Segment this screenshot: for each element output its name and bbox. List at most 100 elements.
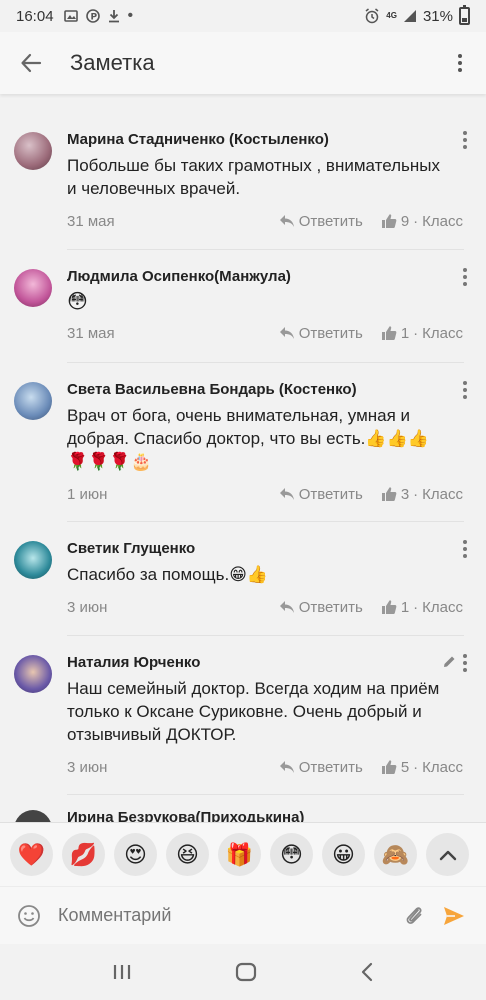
battery-icon [459, 5, 470, 25]
comment-author[interactable]: Наталия Юрченко [67, 653, 442, 673]
avatar[interactable] [14, 655, 52, 693]
emoji-picker-button[interactable] [0, 904, 58, 928]
reply-label: Ответить [298, 758, 363, 776]
home-icon[interactable] [235, 962, 257, 982]
thumbs-up-icon [381, 760, 397, 774]
back-button[interactable] [0, 32, 62, 94]
like-button[interactable]: 3 · Класс [381, 486, 463, 503]
like-button[interactable]: 1 · Класс [381, 325, 463, 342]
like-count: 1 [400, 324, 410, 342]
emoji-gift-button[interactable]: 🎁 [218, 833, 261, 876]
comment-input[interactable] [58, 905, 394, 926]
comment-meta: 1 июн Ответить 3 · Класс [67, 483, 463, 505]
emoji-bar: ❤️ 💋 😍 😆 🎁 😳 😀 🙈 [0, 822, 486, 886]
reply-label: Ответить [298, 598, 363, 616]
reply-icon [279, 488, 294, 500]
like-button[interactable]: 1 · Класс [381, 599, 463, 616]
emoji-kiss-button[interactable]: 💋 [62, 833, 105, 876]
reply-label: Ответить [298, 324, 363, 342]
smiley-icon [18, 904, 40, 927]
status-time: 16:04 [16, 7, 54, 25]
reply-button[interactable]: Ответить [279, 486, 363, 503]
comment-author[interactable]: Марина Стадниченко (Костыленко) [67, 130, 442, 150]
comment-date: 31 мая [67, 212, 115, 230]
more-vert-icon [463, 654, 467, 672]
send-icon [444, 906, 464, 925]
comment-options-button[interactable] [460, 380, 470, 400]
divider [67, 362, 464, 363]
like-button[interactable]: 9 · Класс [381, 213, 463, 230]
battery-percent: 31% [422, 7, 453, 25]
avatar[interactable] [14, 269, 52, 307]
more-vert-icon [463, 540, 467, 558]
comment-meta: 3 июн Ответить 1 · Класс [67, 596, 463, 618]
reply-icon [279, 761, 294, 773]
attach-button[interactable] [394, 904, 434, 928]
comment-author[interactable]: Людмила Осипенко(Манжула) [67, 267, 442, 287]
klass-label: Класс [422, 324, 463, 342]
network-type: 4G [386, 11, 397, 20]
alarm-icon [365, 8, 379, 24]
app-bar: Заметка [0, 32, 486, 94]
comment-options-button[interactable] [460, 539, 470, 559]
back-nav-icon[interactable] [359, 962, 375, 982]
emoji-monkey-button[interactable]: 🙈 [374, 833, 417, 876]
like-count: 5 [400, 758, 410, 776]
comment-options-button[interactable] [460, 653, 470, 673]
comment-text: Врач от бога, очень внимательная, умная … [67, 406, 429, 471]
page-title: Заметка [70, 50, 155, 75]
comment-author[interactable]: Света Васильевна Бондарь (Костенко) [67, 380, 442, 400]
klass-label: Класс [422, 758, 463, 776]
comment-date: 31 мая [67, 324, 115, 342]
comment-item: Света Васильевна Бондарь (Костенко) Врач… [0, 380, 486, 505]
thumbs-up-icon [381, 600, 397, 614]
chevron-up-icon [439, 850, 456, 860]
divider [67, 521, 464, 522]
comment-text: Спасибо за помощь.😁👍 [67, 565, 269, 584]
klass-label: Класс [422, 485, 463, 503]
download-icon [108, 10, 119, 23]
more-vert-icon [463, 268, 467, 286]
pencil-icon[interactable] [443, 655, 456, 668]
reply-icon [279, 215, 294, 227]
reply-button[interactable]: Ответить [279, 599, 363, 616]
comment-text: 😳 [67, 291, 88, 313]
emoji-heart-button[interactable]: ❤️ [10, 833, 53, 876]
comment-author[interactable]: Ирина Безрукова(Приходькина) [67, 808, 442, 822]
reply-button[interactable]: Ответить [279, 213, 363, 230]
like-button[interactable]: 5 · Класс [381, 759, 463, 776]
emoji-laugh-button[interactable]: 😆 [166, 833, 209, 876]
signal-icon [403, 10, 416, 22]
comment-options-button[interactable] [460, 267, 470, 287]
comment-author[interactable]: Светик Глущенко [67, 539, 442, 559]
emoji-heart-eyes-button[interactable]: 😍 [114, 833, 157, 876]
thumbs-up-icon [381, 214, 397, 228]
svg-text:P: P [90, 13, 97, 23]
reply-button[interactable]: Ответить [279, 325, 363, 342]
thumbs-up-icon [381, 487, 397, 501]
overflow-menu-button[interactable] [434, 32, 486, 94]
comment-input-bar [0, 886, 486, 944]
arrow-left-icon [21, 53, 42, 73]
gallery-icon [63, 10, 78, 22]
comment-date: 3 июн [67, 758, 108, 776]
paperclip-icon [406, 906, 422, 924]
emoji-grin-button[interactable]: 😀 [322, 833, 365, 876]
emoji-flushed-button[interactable]: 😳 [270, 833, 313, 876]
reply-label: Ответить [298, 212, 363, 230]
avatar[interactable] [14, 541, 52, 579]
comment-options-button[interactable] [460, 130, 470, 150]
expand-emoji-button[interactable] [426, 833, 469, 876]
thumbs-up-icon [381, 326, 397, 340]
send-button[interactable] [434, 905, 474, 927]
reply-icon [279, 601, 294, 613]
avatar[interactable] [14, 382, 52, 420]
avatar[interactable] [14, 132, 52, 170]
recent-apps-icon[interactable] [111, 963, 133, 981]
comment-date: 3 июн [67, 598, 108, 616]
divider [67, 249, 464, 250]
notification-icons: P • [63, 8, 133, 24]
avatar[interactable] [14, 810, 52, 822]
reply-button[interactable]: Ответить [279, 759, 363, 776]
more-vert-icon [463, 131, 467, 149]
